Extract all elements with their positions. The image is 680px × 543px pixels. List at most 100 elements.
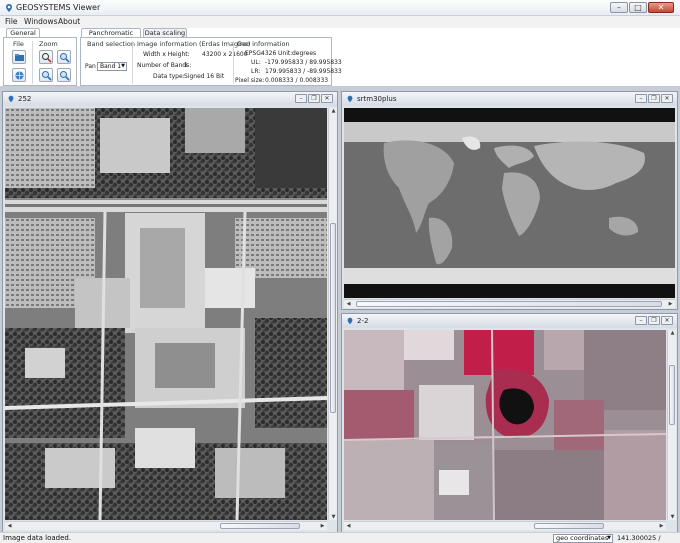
minimize-button[interactable]: – [610,2,628,13]
scroll-up-icon[interactable]: ▲ [329,108,338,114]
scroll-right-icon[interactable]: ▶ [658,523,665,529]
zoom-fit-icon [42,71,52,81]
open-file-icon [15,54,24,61]
band-selection-title: Band selection [87,40,135,48]
unit-value: degrees [292,50,317,57]
window-header[interactable]: srtm30plus – ❐ ✕ [342,92,677,106]
globe-pin-icon [6,4,12,12]
zoom-actual-button[interactable] [57,68,71,82]
false-color-image[interactable] [344,330,666,520]
general-panel: File Zoom [3,37,77,86]
image-window-252[interactable]: 252 – ❐ ✕ ▲ ▼ ◀ ▶ [2,91,338,533]
ul-label: UL: [251,59,261,66]
scroll-left-icon[interactable]: ◀ [345,301,352,307]
coordinate-mode-value: geo coordinates [556,534,609,542]
globe-pin-icon [347,95,353,103]
close-button[interactable]: ✕ [321,94,333,103]
width-height-value: 43200 x 21600 [202,51,248,58]
close-button[interactable]: ✕ [661,316,673,325]
chevron-down-icon: ▼ [121,63,125,69]
scroll-down-icon[interactable]: ▼ [668,514,677,520]
data-type-label: Data type: [153,73,185,80]
scroll-thumb[interactable] [356,301,662,307]
status-message: Image data loaded. [3,534,72,542]
horizontal-scrollbar[interactable]: ◀ ▶ [344,521,666,530]
scroll-up-icon[interactable]: ▲ [668,330,677,336]
zoom-in-button[interactable] [39,50,53,64]
scroll-right-icon[interactable]: ▶ [319,523,326,529]
scroll-right-icon[interactable]: ▶ [667,301,674,307]
status-bar: Image data loaded. geo coordinates ▼ 141… [0,532,680,543]
infrared-aerial-image [344,330,666,520]
geo-info-title: Geo information [237,40,290,48]
zoom-actual-icon [60,71,70,81]
aerial-grayscale-image [5,108,327,520]
image-window-2-2[interactable]: 2-2 – ❐ ✕ ▲ ▼ ◀ ▶ [341,313,678,533]
restore-button[interactable]: ❐ [648,94,660,103]
scroll-left-icon[interactable]: ◀ [345,523,352,529]
window-title: 252 [18,95,32,103]
lr-label: LR: [251,68,261,75]
panchromatic-panel: Band selection Pan Band 1 ▼ Image inform… [80,37,342,86]
save-globe-icon [15,71,24,80]
pan-band-select[interactable]: Band 1 ▼ [97,62,127,71]
globe-pin-icon [8,95,14,103]
save-button[interactable] [12,68,26,82]
window-title: GEOSYSTEMS Viewer [16,3,101,12]
close-button[interactable]: ✕ [648,2,674,13]
pixel-size-value: 0.008333 / 0.008333 [265,77,329,84]
globe-pin-icon [347,317,353,325]
zoom-in-icon [42,53,52,63]
scroll-down-icon[interactable]: ▼ [329,514,338,520]
close-button[interactable]: ✕ [661,94,673,103]
scroll-thumb[interactable] [534,523,604,529]
aerial-image[interactable] [5,108,327,520]
menu-about[interactable]: About [58,17,80,26]
restore-button[interactable]: ❐ [308,94,320,103]
bands-value: 1 [184,62,188,69]
srtm-world-map [344,108,675,298]
width-height-label: Width x Height: [143,51,190,58]
window-title: srtm30plus [357,95,397,103]
coordinate-mode-select[interactable]: geo coordinates ▼ [553,534,613,543]
minimize-button[interactable]: – [295,94,307,103]
zoom-group-title: Zoom [39,40,58,48]
open-file-button[interactable] [12,50,26,64]
zoom-out-button[interactable] [57,50,71,64]
scroll-thumb[interactable] [330,223,336,413]
window-header[interactable]: 2-2 – ❐ ✕ [342,314,677,328]
window-header[interactable]: 252 – ❐ ✕ [3,92,337,106]
vertical-scrollbar[interactable]: ▲ ▼ [328,108,337,520]
zoom-fit-button[interactable] [39,68,53,82]
menu-file[interactable]: File [5,17,18,26]
ul-value: -179.995833 / 89.995833 [265,59,342,66]
restore-button[interactable]: ❐ [648,316,660,325]
lr-value: 179.995833 / -89.995833 [265,68,342,75]
minimize-button[interactable]: – [635,316,647,325]
title-bar: GEOSYSTEMS Viewer – □ ✕ [0,0,680,16]
mdi-workspace: 252 – ❐ ✕ ▲ ▼ ◀ ▶ srtm30plus – ❐ ✕ ◀ ▶ 2… [0,86,680,533]
pan-band-value: Band 1 [100,63,122,70]
zoom-out-icon [60,53,70,63]
maximize-button[interactable]: □ [629,2,647,13]
horizontal-scrollbar[interactable]: ◀ ▶ [5,521,327,530]
file-group-title: File [13,40,24,48]
image-window-srtm30plus[interactable]: srtm30plus – ❐ ✕ ◀ ▶ [341,91,678,310]
world-elevation-image[interactable] [344,108,675,298]
horizontal-scrollbar[interactable]: ◀ ▶ [344,299,675,308]
epsg-value: 4326 [261,50,277,57]
unit-label: Unit: [278,50,293,57]
data-type-value: Signed 16 Bit [184,73,225,80]
cursor-coordinates: 141.300025 / 34.241748 [617,534,661,543]
pan-label: Pan [85,63,96,70]
scroll-thumb[interactable] [220,523,300,529]
scroll-thumb[interactable] [669,365,675,425]
chevron-down-icon: ▼ [607,535,611,541]
pixel-size-label: Pixel size: [235,77,265,84]
menu-windows[interactable]: Windows [24,17,57,26]
menu-bar: File Windows About [0,16,680,28]
minimize-button[interactable]: – [635,94,647,103]
vertical-scrollbar[interactable]: ▲ ▼ [667,330,676,520]
window-title: 2-2 [357,317,369,325]
scroll-left-icon[interactable]: ◀ [6,523,13,529]
